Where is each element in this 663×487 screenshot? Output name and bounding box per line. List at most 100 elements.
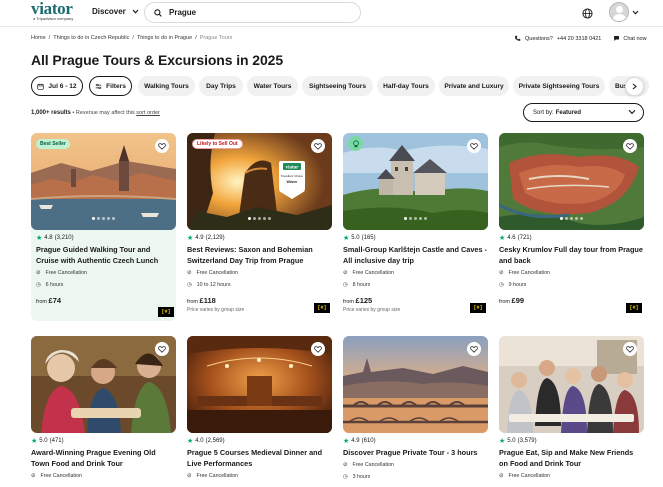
price: from £118 (187, 296, 216, 305)
feature-label: Free Cancellation (352, 462, 394, 468)
breadcrumb-separator: / (132, 35, 134, 41)
wishlist-heart-button[interactable] (467, 139, 481, 153)
heart-icon (470, 142, 478, 150)
rating: ★ 5.0 (165) (343, 234, 376, 242)
feature-label: Free Cancellation (196, 473, 238, 479)
feature-label: Free Cancellation (352, 270, 394, 276)
calendar-icon (37, 83, 45, 90)
breadcrumb-prague[interactable]: Things to do in Prague (137, 35, 192, 41)
tour-title[interactable]: Prague Eat, Sip and Make New Friends on … (499, 448, 644, 469)
tour-title[interactable]: Prague Guided Walking Tour and Cruise wi… (36, 245, 174, 266)
free-cancellation: ⊘ Free Cancellation (343, 462, 394, 468)
check-circle-icon: ⊘ (343, 270, 348, 276)
image-carousel-dots (343, 217, 488, 220)
duration: ◷ 9 hours (499, 282, 526, 288)
results-note: • Revenue may affect this (72, 110, 135, 116)
filters-button[interactable]: Filters (89, 76, 132, 96)
chip-sightseeing-tours[interactable]: Sightseeing Tours (302, 76, 373, 96)
heart-icon (158, 345, 166, 353)
language-globe-icon[interactable] (582, 6, 593, 24)
feature-label: 9 hours (508, 282, 527, 288)
rating: ★ 4.6 (721) (499, 234, 532, 242)
tour-title[interactable]: Small-Group Karlštejn Castle and Caves -… (343, 245, 488, 266)
discover-menu[interactable]: Discover (92, 7, 139, 16)
check-circle-icon: ⊘ (343, 462, 348, 468)
review-count: (165) (361, 235, 376, 241)
check-circle-icon: ⊘ (31, 473, 36, 479)
rating: ★ 5.0 (3,579) (499, 437, 537, 445)
chip-day-trips[interactable]: Day Trips (199, 76, 243, 96)
tour-title[interactable]: Cesky Krumlov Full day tour from Prague … (499, 245, 644, 266)
date-filter-button[interactable]: Jul 6 - 12 (31, 76, 83, 96)
sort-dropdown[interactable]: Sort by: Featured (523, 103, 644, 122)
chips-scroll-right-button[interactable] (625, 77, 644, 96)
review-count: (471) (49, 438, 64, 444)
duration: ◷ 8 hours (343, 282, 370, 288)
discover-label: Discover (92, 7, 126, 16)
chat-now-link[interactable]: Chat now (613, 35, 647, 42)
search-bar[interactable] (144, 2, 361, 23)
tour-title[interactable]: Best Reviews: Saxon and Bohemian Switzer… (187, 245, 332, 266)
price-value: £125 (355, 296, 373, 305)
tour-title[interactable]: Award-Winning Prague Evening Old Town Fo… (31, 448, 176, 469)
chevron-down-icon (132, 9, 139, 14)
price-tag-marker: [#] (470, 303, 486, 313)
sort-value: Featured (555, 109, 582, 116)
star-icon: ★ (499, 235, 506, 242)
wishlist-heart-button[interactable] (155, 342, 169, 356)
wishlist-heart-button[interactable] (623, 139, 637, 153)
travellers-choice-winner: Winner (287, 180, 299, 184)
sort-order-link[interactable]: sort order (136, 110, 160, 116)
search-input[interactable] (169, 8, 339, 17)
wishlist-heart-button[interactable] (155, 139, 169, 153)
wishlist-heart-button[interactable] (311, 139, 325, 153)
chip-private-and-luxury[interactable]: Private and Luxury (439, 76, 509, 96)
price-value: £99 (511, 296, 525, 305)
free-cancellation: ⊘ Free Cancellation (31, 473, 82, 479)
top-header: viator a Tripadvisor company Discover (0, 0, 663, 27)
feature-label: 6 hours (45, 282, 64, 288)
wishlist-heart-button[interactable] (467, 342, 481, 356)
travellers-choice-title: Travellers' Choice (281, 174, 304, 178)
rating-value: 4.6 (507, 235, 516, 241)
chat-icon (614, 36, 620, 41)
free-cancellation: ⊘ Free Cancellation (343, 270, 394, 276)
breadcrumb-separator: / (195, 35, 197, 41)
filters-label: Filters (106, 82, 126, 90)
profile-menu[interactable] (609, 2, 639, 22)
free-cancellation: ⊘ Free Cancellation (499, 270, 550, 276)
clock-icon: ◷ (187, 282, 192, 288)
breadcrumb-current: Prague Tours (199, 35, 233, 41)
breadcrumb-home[interactable]: Home (31, 35, 46, 41)
viator-logo[interactable]: viator a Tripadvisor company (31, 0, 74, 21)
tour-title[interactable]: Discover Prague Private Tour - 3 hours (343, 448, 488, 459)
tour-card[interactable]: Best Seller ★ 4.8 (3,210) Prague Guided Wa… (31, 133, 176, 321)
phone-number[interactable]: +44 20 3318 0421 (557, 36, 602, 42)
star-icon: ★ (31, 438, 38, 445)
star-icon: ★ (499, 438, 506, 445)
tour-title[interactable]: Prague 5 Courses Medieval Dinner and Liv… (187, 448, 332, 469)
review-count: (2,569) (205, 438, 225, 444)
check-circle-icon: ⊘ (499, 270, 504, 276)
chip-private-sightseeing-tours[interactable]: Private Sightseeing Tours (513, 76, 605, 96)
chip-water-tours[interactable]: Water Tours (247, 76, 298, 96)
chip-half-day-tours[interactable]: Half-day Tours (377, 76, 435, 96)
clock-icon: ◷ (36, 282, 41, 288)
review-count: (3,210) (54, 235, 74, 241)
check-circle-icon: ⊘ (36, 270, 41, 276)
price-value: £118 (199, 296, 216, 305)
rating-value: 5.0 (351, 235, 360, 241)
chevron-down-icon (632, 10, 639, 15)
image-carousel-dots (499, 217, 644, 220)
clock-icon: ◷ (499, 282, 504, 288)
price-prefix: from (343, 299, 354, 305)
chip-walking-tours[interactable]: Walking Tours (138, 76, 195, 96)
duration: ◷ 3 hours (343, 474, 370, 480)
wishlist-heart-button[interactable] (623, 342, 637, 356)
breadcrumb-czech-republic[interactable]: Things to do in Czech Republic (53, 35, 129, 41)
review-count: (2,129) (205, 235, 225, 241)
price-tag-marker: [#] (314, 303, 330, 313)
wishlist-heart-button[interactable] (311, 342, 325, 356)
logo-tagline: a Tripadvisor company (33, 16, 74, 21)
review-count: (610) (361, 438, 376, 444)
